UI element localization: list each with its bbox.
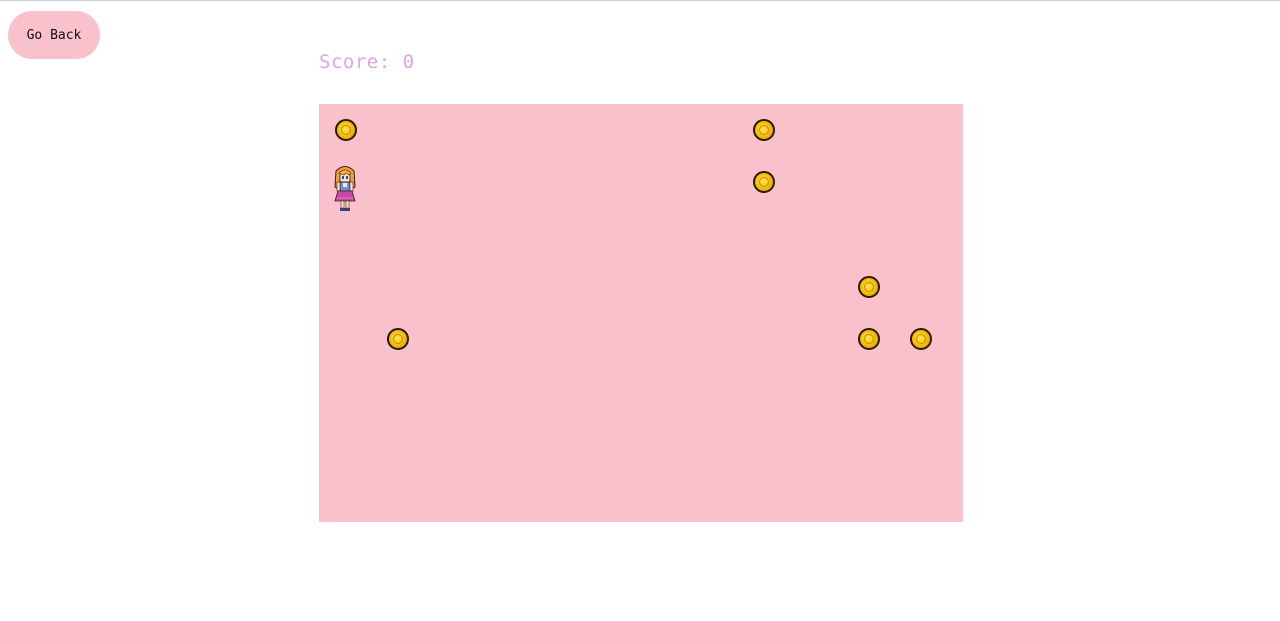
game-board[interactable]: [319, 104, 963, 522]
score-display: Score: 0: [319, 51, 415, 73]
coin-icon: [858, 328, 880, 350]
coin-icon: [910, 328, 932, 350]
coin-icon: [335, 119, 357, 141]
coin-icon: [858, 276, 880, 298]
coin-icon: [387, 328, 409, 350]
coin-icon: [753, 119, 775, 141]
coin-icon: [753, 171, 775, 193]
top-border: [0, 0, 1280, 1]
go-back-button[interactable]: Go Back: [8, 11, 100, 59]
player-character-icon: [334, 166, 356, 211]
